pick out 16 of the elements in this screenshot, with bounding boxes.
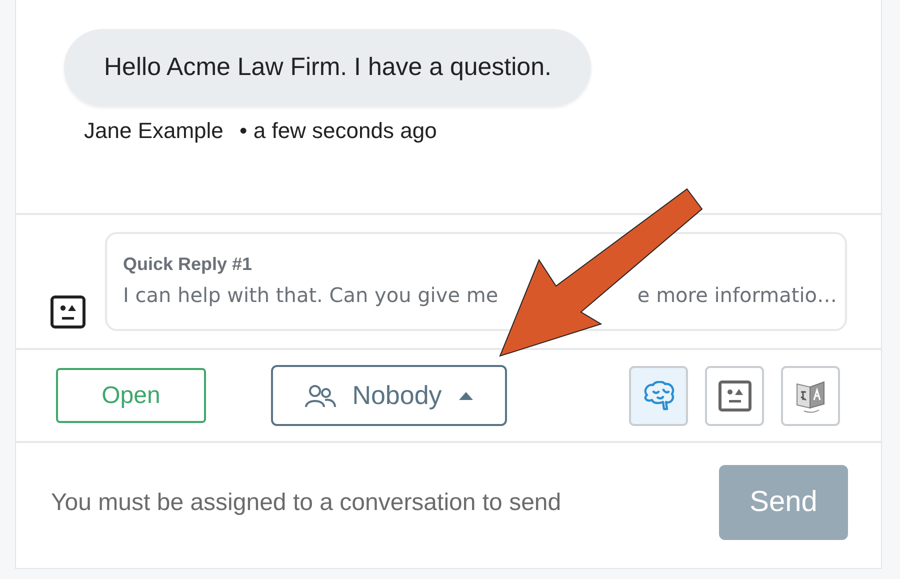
- message-author: Jane Example: [84, 118, 224, 143]
- caret-icon: [458, 390, 474, 400]
- people-icon: [304, 382, 336, 408]
- message-bubble: Hello Acme Law Firm. I have a question.: [64, 29, 592, 106]
- status-button[interactable]: Open: [56, 368, 206, 423]
- quick-reply-card[interactable]: Quick Reply #1 I can help with that. Can you give me e more informatio…: [105, 232, 847, 331]
- robot-button[interactable]: [705, 366, 764, 426]
- message-time: • a few seconds ago: [240, 118, 437, 143]
- quick-reply-text: e more informatio…: [637, 283, 837, 307]
- assignee-dropdown[interactable]: Nobody: [271, 365, 507, 426]
- robot-icon: [50, 295, 86, 329]
- quick-reply-text: I can help with that. Can you give me: [123, 283, 498, 307]
- robot-icon: [718, 380, 752, 412]
- translate-button[interactable]: [781, 366, 840, 426]
- brain-button[interactable]: [629, 366, 688, 426]
- quick-reply-title: Quick Reply #1: [123, 254, 254, 275]
